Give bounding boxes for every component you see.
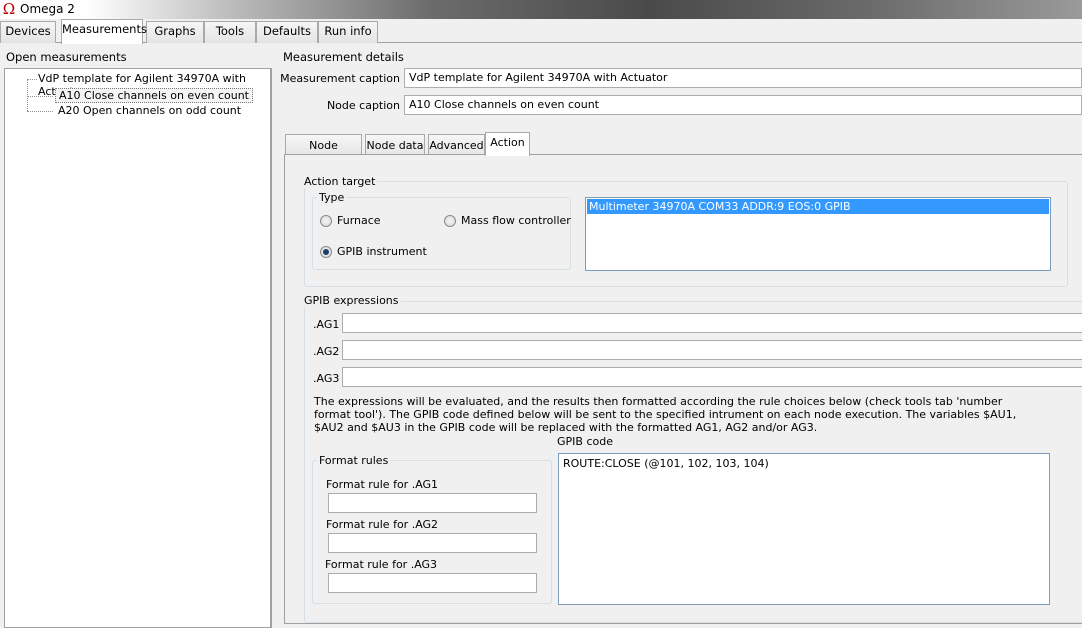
radio-mass-flow-controller[interactable]: Mass flow controller bbox=[444, 214, 571, 227]
tab-tools[interactable]: Tools bbox=[204, 21, 256, 43]
format-rule-ag3-input[interactable] bbox=[328, 573, 537, 593]
tree-connector bbox=[27, 79, 28, 111]
tab-advanced[interactable]: Advanced bbox=[428, 134, 485, 155]
open-measurements-panel: Open measurements VdP template for Agile… bbox=[0, 44, 273, 628]
gpib-description-text: The expressions will be evaluated, and t… bbox=[314, 395, 1017, 434]
main-tab-strip: Devices Measurements Graphs Tools Defaul… bbox=[0, 19, 1082, 44]
tree-node-a10[interactable]: A10 Close channels on even count bbox=[55, 88, 253, 103]
open-measurements-label: Open measurements bbox=[6, 50, 127, 64]
ag2-label: .AG2 bbox=[313, 345, 340, 358]
gpib-code-label: GPIB code bbox=[557, 435, 613, 448]
tree-connector bbox=[27, 111, 53, 112]
format-rule-ag1-label: Format rule for .AG1 bbox=[326, 478, 439, 491]
format-rules-title: Format rules bbox=[317, 454, 391, 467]
measurement-details-panel: Measurement details Measurement caption … bbox=[276, 44, 1082, 628]
tab-action[interactable]: Action bbox=[485, 132, 530, 156]
radio-circle bbox=[444, 214, 456, 227]
radio-mass-flow-label: Mass flow controller bbox=[461, 214, 571, 227]
node-caption-input[interactable]: A10 Close channels on even count bbox=[404, 95, 1082, 115]
instrument-list[interactable]: Multimeter 34970A COM33 ADDR:9 EOS:0 GPI… bbox=[585, 197, 1051, 271]
ag1-input[interactable] bbox=[342, 313, 1082, 333]
measurement-tree[interactable]: VdP template for Agilent 34970A with Act… bbox=[4, 68, 272, 628]
node-caption-label: Node caption bbox=[326, 99, 400, 112]
tab-run-info[interactable]: Run info bbox=[318, 21, 378, 43]
instrument-list-item-selected[interactable]: Multimeter 34970A COM33 ADDR:9 EOS:0 GPI… bbox=[587, 199, 1049, 214]
radio-circle bbox=[320, 214, 332, 227]
tab-node-data[interactable]: Node data bbox=[365, 134, 425, 155]
tab-measurements[interactable]: Measurements bbox=[61, 19, 147, 44]
title-bar: Ω Omega 2 bbox=[0, 0, 1082, 19]
radio-gpib-instrument[interactable]: GPIB instrument bbox=[320, 245, 427, 258]
measurement-details-label: Measurement details bbox=[283, 50, 404, 64]
tab-devices[interactable]: Devices bbox=[0, 21, 56, 43]
action-target-title: Action target bbox=[302, 175, 378, 188]
tab-graphs[interactable]: Graphs bbox=[146, 21, 204, 43]
radio-gpib-label: GPIB instrument bbox=[337, 245, 427, 258]
radio-furnace[interactable]: Furnace bbox=[320, 214, 381, 227]
type-title: Type bbox=[317, 191, 347, 204]
format-rule-ag1-input[interactable] bbox=[328, 493, 537, 513]
format-rule-ag2-label: Format rule for .AG2 bbox=[326, 518, 439, 531]
gpib-expressions-title: GPIB expressions bbox=[302, 294, 401, 307]
action-tab-page: Action target Type Furnace Mass flow con… bbox=[284, 154, 1082, 624]
tree-connector bbox=[27, 79, 37, 80]
omega-icon: Ω bbox=[2, 0, 16, 18]
format-rule-ag2-input[interactable] bbox=[328, 533, 537, 553]
gpib-code-textarea[interactable]: ROUTE:CLOSE (@101, 102, 103, 104) bbox=[558, 453, 1050, 605]
tree-node-a20[interactable]: A20 Open channels on odd count bbox=[55, 104, 244, 117]
ag2-input[interactable] bbox=[342, 340, 1082, 360]
ag1-label: .AG1 bbox=[313, 318, 340, 331]
radio-furnace-label: Furnace bbox=[337, 214, 381, 227]
tab-node-purpose[interactable]: Node purpose bbox=[285, 134, 362, 165]
radio-circle-checked bbox=[320, 245, 332, 258]
format-rule-ag3-label: Format rule for .AG3 bbox=[325, 558, 438, 571]
type-group bbox=[312, 197, 571, 270]
measurement-caption-input[interactable]: VdP template for Agilent 34970A with Act… bbox=[404, 68, 1082, 88]
ag3-label: .AG3 bbox=[313, 372, 340, 385]
tab-defaults[interactable]: Defaults bbox=[256, 21, 318, 43]
measurement-caption-label: Measurement caption bbox=[280, 72, 400, 85]
window-title: Omega 2 bbox=[20, 2, 75, 16]
ag3-input[interactable] bbox=[342, 367, 1082, 387]
